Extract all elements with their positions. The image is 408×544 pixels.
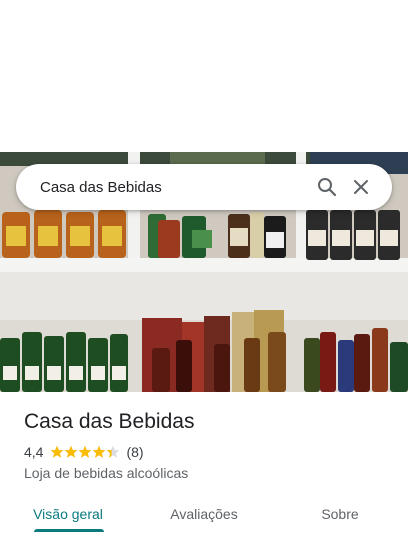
rating-row[interactable]: 4,4 (8) (24, 444, 144, 460)
rating-value: 4,4 (24, 444, 44, 460)
place-name: Casa das Bebidas (24, 410, 195, 433)
star-icon (79, 445, 92, 458)
place-category: Loja de bebidas alcoólicas (24, 465, 189, 481)
star-icon (107, 445, 120, 458)
tab-reviews[interactable]: Avaliações (136, 494, 272, 538)
tab-about[interactable]: Sobre (272, 494, 408, 538)
search-icon[interactable] (310, 170, 344, 204)
tab-overview[interactable]: Visão geral (0, 494, 136, 538)
star-icon (51, 445, 64, 458)
star-rating (50, 445, 120, 459)
close-icon[interactable] (344, 170, 378, 204)
review-count[interactable]: (8) (126, 444, 143, 460)
star-icon (93, 445, 106, 458)
tab-bar: Visão geral Avaliações Sobre (0, 494, 408, 538)
search-input[interactable]: Casa das Bebidas (40, 179, 310, 196)
search-bar[interactable]: Casa das Bebidas (16, 164, 392, 210)
star-icon (65, 445, 78, 458)
